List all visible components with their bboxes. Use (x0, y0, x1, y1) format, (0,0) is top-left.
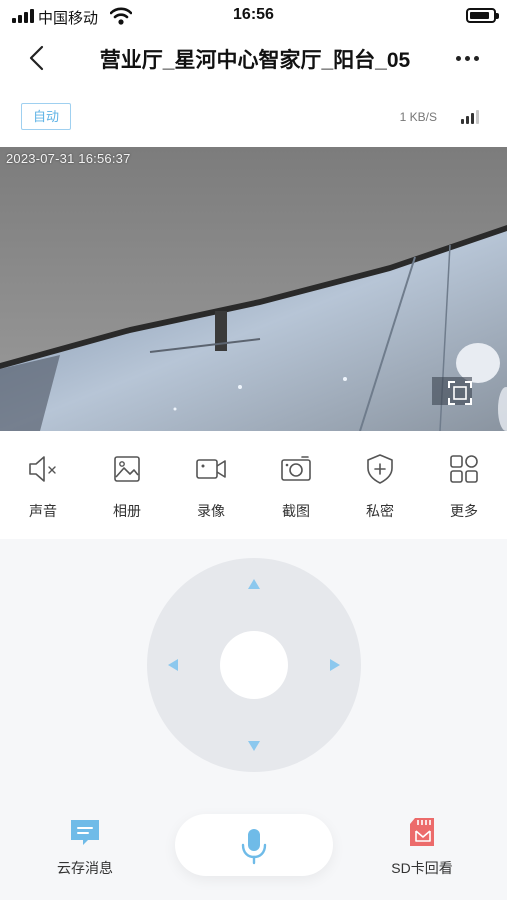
talk-button[interactable] (175, 814, 333, 876)
camera-feed-image (0, 147, 507, 431)
ptz-left-arrow-icon[interactable] (165, 657, 181, 673)
tool-record[interactable]: 录像 (176, 453, 246, 525)
tool-label: 相册 (113, 503, 141, 519)
tool-snapshot[interactable]: 截图 (261, 453, 331, 525)
tool-label: 私密 (366, 503, 394, 519)
tool-label: 录像 (197, 503, 225, 519)
status-time: 16:56 (233, 6, 274, 23)
cloud-message-icon (71, 820, 99, 845)
tool-label: 截图 (282, 503, 310, 519)
battery-icon (466, 8, 499, 23)
tool-privacy[interactable]: 私密 (345, 453, 415, 525)
sd-playback-button[interactable]: SD卡回看 (367, 816, 477, 882)
video-timestamp: 2023-07-31 16:56:37 (6, 151, 131, 166)
tool-label: 更多 (450, 503, 478, 519)
bottom-action-bar: 云存消息 SD卡回看 (0, 800, 507, 900)
camera-snapshot-icon (281, 456, 311, 481)
ptz-up-arrow-icon[interactable] (246, 576, 262, 592)
cloud-message-label: 云存消息 (57, 860, 113, 876)
video-record-icon (196, 459, 226, 479)
shield-privacy-icon (367, 454, 393, 484)
cloud-message-button[interactable]: 云存消息 (30, 816, 140, 882)
status-bar: 中国移动 16:56 (0, 0, 507, 32)
stream-speed: 1 KB/S (399, 110, 437, 124)
sd-playback-label: SD卡回看 (391, 860, 453, 876)
tool-label: 声音 (29, 503, 57, 519)
nav-bar: 营业厅_星河中心智家厅_阳台_05 (0, 32, 507, 84)
video-player[interactable]: 2023-07-31 16:56:37 (0, 147, 507, 431)
page-title: 营业厅_星河中心智家厅_阳台_05 (99, 49, 411, 72)
speaker-muted-icon (29, 456, 56, 482)
microphone-icon (241, 829, 267, 865)
fullscreen-icon[interactable] (447, 380, 473, 406)
tool-album[interactable]: 相册 (92, 453, 162, 525)
stream-info-bar: 自动 1 KB/S (0, 84, 507, 147)
album-icon (114, 456, 140, 482)
ptz-center (220, 631, 288, 699)
more-dots-icon[interactable] (450, 42, 486, 74)
tool-sound[interactable]: 声音 (8, 453, 78, 525)
tool-more[interactable]: 更多 (429, 453, 499, 525)
ptz-control-pad[interactable] (147, 558, 361, 772)
ptz-right-arrow-icon[interactable] (327, 657, 343, 673)
network-signal-icon (461, 108, 483, 124)
ptz-down-arrow-icon[interactable] (246, 738, 262, 754)
back-icon[interactable] (22, 42, 54, 74)
grid-more-icon (450, 455, 478, 483)
sd-card-icon (410, 818, 434, 846)
tool-bar: 声音 相册 录像 截图 私密 更多 (0, 431, 507, 539)
quality-auto-button[interactable]: 自动 (21, 103, 71, 130)
